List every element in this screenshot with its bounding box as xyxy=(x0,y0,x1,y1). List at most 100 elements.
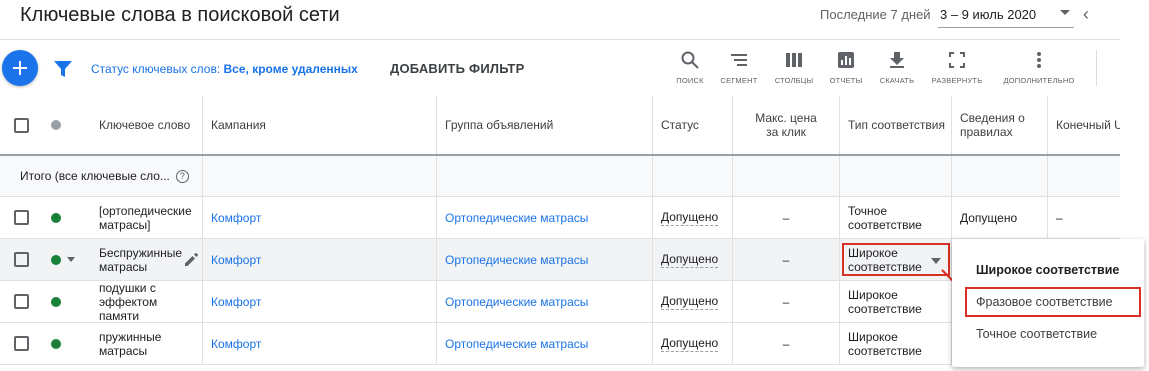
row-checkbox-cell[interactable] xyxy=(6,281,36,322)
edit-pencil-icon[interactable] xyxy=(183,252,199,268)
menu-item-broad[interactable]: Широкое соответствие xyxy=(952,254,1144,286)
row-checkbox-cell[interactable] xyxy=(6,239,36,280)
row-checkbox[interactable] xyxy=(14,336,29,351)
chevron-left-icon[interactable]: ‹ xyxy=(1083,5,1089,23)
search-tool-button[interactable]: ПОИСК xyxy=(662,50,718,85)
help-icon[interactable]: ? xyxy=(175,169,189,183)
header-campaign[interactable]: Кампания xyxy=(203,96,437,154)
enabled-dot-icon xyxy=(51,254,61,265)
status-dot-cell[interactable] xyxy=(43,239,83,280)
status-filter[interactable]: Статус ключевых слов: Все, кроме удаленн… xyxy=(91,62,358,76)
keyword-cell[interactable]: пружинные матрасы xyxy=(91,323,203,364)
divider xyxy=(0,39,1120,40)
chevron-down-icon xyxy=(1060,10,1070,15)
max-cpc-cell[interactable]: – xyxy=(733,281,840,322)
download-tool-button[interactable]: СКАЧАТЬ xyxy=(869,50,925,85)
campaign-link[interactable]: Комфорт xyxy=(203,323,437,364)
campaign-link[interactable]: Комфорт xyxy=(203,281,437,322)
max-cpc-cell[interactable]: – xyxy=(733,323,840,364)
row-checkbox-cell[interactable] xyxy=(6,323,36,364)
tool-label: РАЗВЕРНУТЬ xyxy=(931,76,983,85)
status-dot-cell xyxy=(43,197,73,238)
tool-label: СЕГМЕНТ xyxy=(720,76,758,85)
ad-group-link[interactable]: Ортопедические матрасы xyxy=(437,197,653,238)
tool-label: ОТЧЕТЫ xyxy=(829,76,863,85)
status-cell[interactable]: Допущено xyxy=(653,239,733,280)
fullscreen-icon xyxy=(949,52,965,68)
row-checkbox[interactable] xyxy=(14,294,29,309)
columns-tool-button[interactable]: СТОЛБЦЫ xyxy=(766,50,822,85)
segment-tool-button[interactable]: СЕГМЕНТ xyxy=(711,50,767,85)
menu-item-exact[interactable]: Точное соответствие xyxy=(952,318,1144,350)
ad-group-link[interactable]: Ортопедические матрасы xyxy=(437,281,653,322)
table-header: Ключевое слово Кампания Группа объявлени… xyxy=(0,96,1120,156)
keyword-cell[interactable]: Беспружинные матрасы xyxy=(91,239,203,280)
ad-group-link[interactable]: Ортопедические матрасы xyxy=(437,323,653,364)
totals-cell xyxy=(733,156,840,196)
chevron-down-icon[interactable] xyxy=(931,258,941,264)
reports-tool-button[interactable]: ОТЧЕТЫ xyxy=(818,50,874,85)
header-match-type[interactable]: Тип соответствия xyxy=(840,96,952,154)
expand-tool-button[interactable]: РАЗВЕРНУТЬ xyxy=(929,50,985,85)
enabled-dot-icon xyxy=(51,212,61,223)
totals-cell xyxy=(437,156,653,196)
tool-label: ПОИСК xyxy=(676,76,704,85)
status-cell[interactable]: Допущено xyxy=(653,197,733,238)
campaign-link[interactable]: Комфорт xyxy=(203,239,437,280)
status-value[interactable]: Допущено xyxy=(661,252,719,268)
match-type-cell[interactable]: Широкое соответствие xyxy=(840,281,952,322)
header-ad-group[interactable]: Группа объявлений xyxy=(437,96,653,154)
table-row[interactable]: [ортопедические матрасы] Комфорт Ортопед… xyxy=(0,197,1120,239)
totals-row: Итого (все ключевые сло... ? xyxy=(0,156,1120,197)
columns-icon xyxy=(786,53,802,67)
date-range-select[interactable]: 3 – 9 июль 2020 xyxy=(938,2,1074,28)
header-final-url[interactable]: Конечный U xyxy=(1048,96,1120,154)
status-dot-header xyxy=(43,96,73,154)
totals-cell xyxy=(952,156,1048,196)
header-keyword[interactable]: Ключевое слово xyxy=(91,96,203,154)
filter-icon[interactable] xyxy=(53,60,73,78)
chevron-down-icon[interactable] xyxy=(67,257,75,262)
more-tool-button[interactable]: ДОПОЛНИТЕЛЬНО xyxy=(1002,50,1076,85)
totals-cell xyxy=(653,156,733,196)
date-range-value: 3 – 9 июль 2020 xyxy=(940,7,1037,22)
status-dot-cell xyxy=(43,323,73,364)
match-type-cell[interactable]: Точное соответствие xyxy=(840,197,952,238)
reports-icon xyxy=(838,52,854,68)
max-cpc-cell[interactable]: – xyxy=(733,239,840,280)
tool-label: ДОПОЛНИТЕЛЬНО xyxy=(1003,76,1075,85)
tool-label: СТОЛБЦЫ xyxy=(774,76,814,85)
status-value[interactable]: Допущено xyxy=(661,294,719,310)
row-checkbox-cell[interactable] xyxy=(6,197,36,238)
select-all-checkbox[interactable] xyxy=(14,117,29,133)
row-checkbox[interactable] xyxy=(14,210,29,225)
more-vert-icon xyxy=(1037,52,1041,68)
keyword-cell[interactable]: [ортопедические матрасы] xyxy=(91,197,203,238)
match-type-cell[interactable]: Широкое соответствие xyxy=(840,323,952,364)
add-filter-button[interactable]: ДОБАВИТЬ ФИЛЬТР xyxy=(390,61,524,76)
max-cpc-cell[interactable]: – xyxy=(733,197,840,238)
final-url-cell: – xyxy=(1056,210,1063,225)
search-icon xyxy=(681,51,699,69)
header-max-cpc[interactable]: Макс. цена за клик xyxy=(733,96,840,154)
row-checkbox[interactable] xyxy=(14,252,29,267)
header-policy[interactable]: Сведения о правилах xyxy=(952,96,1048,154)
totals-cell xyxy=(203,156,437,196)
status-value[interactable]: Допущено xyxy=(661,336,719,352)
totals-label-cell: Итого (все ключевые сло... ? xyxy=(0,156,203,196)
status-cell[interactable]: Допущено xyxy=(653,323,733,364)
policy-cell: Допущено xyxy=(952,197,1048,238)
campaign-link[interactable]: Комфорт xyxy=(203,197,437,238)
status-filter-label: Статус ключевых слов: xyxy=(91,62,224,76)
select-all-cell[interactable] xyxy=(6,96,36,154)
totals-label: Итого (все ключевые сло... xyxy=(20,169,170,183)
status-dot-cell xyxy=(43,281,73,322)
add-keyword-button[interactable] xyxy=(2,50,38,86)
keyword-cell[interactable]: подушки с эффектом памяти xyxy=(91,281,203,323)
status-dot-icon xyxy=(51,120,61,130)
enabled-dot-icon xyxy=(51,296,61,307)
ad-group-link[interactable]: Ортопедические матрасы xyxy=(437,239,653,280)
header-status[interactable]: Статус xyxy=(653,96,733,154)
status-value[interactable]: Допущено xyxy=(661,210,719,226)
status-cell[interactable]: Допущено xyxy=(653,281,733,322)
